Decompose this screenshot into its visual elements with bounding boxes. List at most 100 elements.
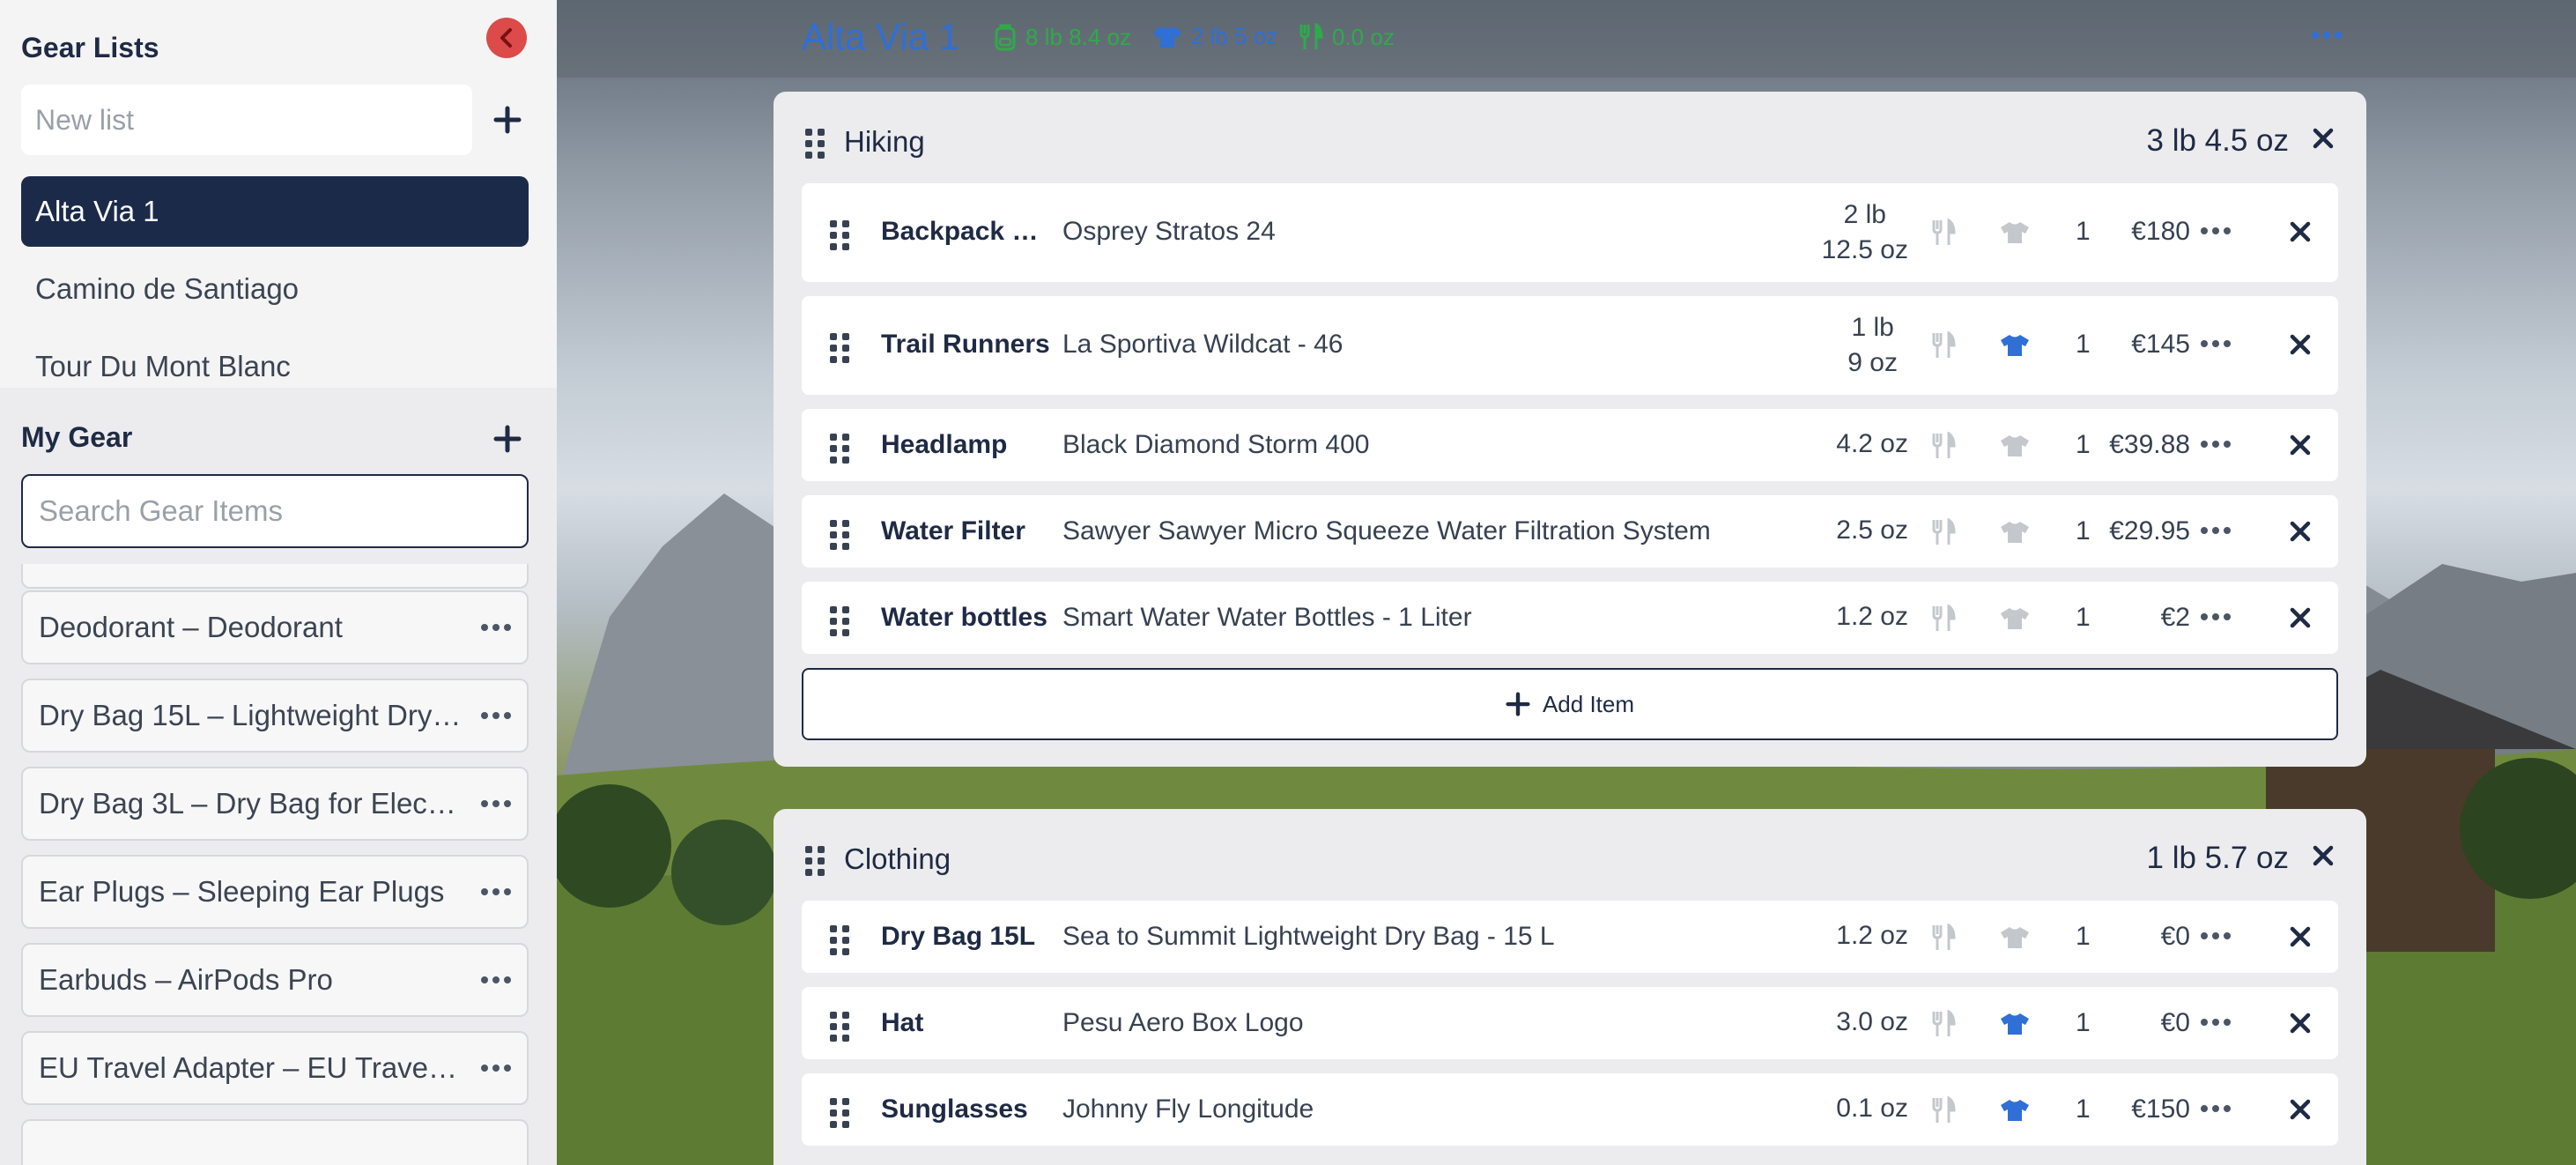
item-quantity[interactable]: 1 bbox=[2076, 217, 2091, 247]
item-description[interactable]: Pesu Aero Box Logo bbox=[1062, 1008, 1304, 1038]
item-quantity[interactable]: 1 bbox=[2076, 330, 2091, 360]
item-description[interactable]: Sawyer Sawyer Micro Squeeze Water Filtra… bbox=[1062, 516, 1711, 546]
search-gear-input[interactable] bbox=[21, 474, 529, 548]
more-options-icon[interactable] bbox=[481, 888, 511, 895]
worn-toggle-icon[interactable] bbox=[2000, 520, 2030, 549]
item-quantity[interactable]: 1 bbox=[2076, 603, 2091, 633]
consumable-toggle-icon[interactable] bbox=[1931, 218, 1956, 251]
remove-item-button[interactable] bbox=[2287, 1010, 2313, 1036]
more-options-icon[interactable] bbox=[481, 800, 511, 807]
drag-handle-icon[interactable] bbox=[830, 606, 849, 636]
drag-handle-icon[interactable] bbox=[805, 129, 825, 159]
consumable-toggle-icon[interactable] bbox=[1931, 431, 1956, 464]
gear-row[interactable]: Hat Pesu Aero Box Logo 3.0 oz 1 €0 bbox=[802, 987, 2338, 1059]
drag-handle-icon[interactable] bbox=[830, 925, 849, 955]
consumable-toggle-icon[interactable] bbox=[1931, 1009, 1956, 1043]
item-price[interactable]: €0 bbox=[2161, 922, 2190, 952]
more-options-icon[interactable] bbox=[481, 976, 511, 983]
delete-category-button[interactable] bbox=[2310, 125, 2336, 152]
list-item-tour-du-mont-blanc[interactable]: Tour Du Mont Blanc bbox=[21, 331, 529, 388]
gear-row[interactable]: Water Filter Sawyer Sawyer Micro Squeeze… bbox=[802, 495, 2338, 568]
drag-handle-icon[interactable] bbox=[830, 520, 849, 550]
gear-item-partial[interactable] bbox=[21, 564, 529, 589]
list-item-camino-de-santiago[interactable]: Camino de Santiago bbox=[21, 254, 529, 324]
remove-item-button[interactable] bbox=[2287, 1096, 2313, 1123]
item-weight[interactable]: 0.1 oz bbox=[1836, 1091, 1908, 1126]
gear-item[interactable]: Deodorant – Deodorant bbox=[21, 590, 529, 664]
item-price[interactable]: €39.88 bbox=[2109, 430, 2190, 460]
gear-row[interactable]: Sunglasses Johnny Fly Longitude 0.1 oz 1… bbox=[802, 1073, 2338, 1146]
item-quantity[interactable]: 1 bbox=[2076, 430, 2091, 460]
gear-row[interactable]: Dry Bag 15L Sea to Summit Lightweight Dr… bbox=[802, 901, 2338, 973]
item-quantity[interactable]: 1 bbox=[2076, 922, 2091, 952]
remove-item-button[interactable] bbox=[2287, 219, 2313, 245]
gear-item[interactable]: Ear Plugs – Sleeping Ear Plugs bbox=[21, 855, 529, 929]
item-more-options-icon[interactable] bbox=[2201, 340, 2231, 347]
item-more-options-icon[interactable] bbox=[2201, 527, 2231, 534]
worn-toggle-icon[interactable] bbox=[2000, 434, 2030, 463]
item-description[interactable]: Sea to Summit Lightweight Dry Bag - 15 L bbox=[1062, 922, 1555, 952]
worn-toggle-icon[interactable] bbox=[2000, 925, 2030, 954]
add-item-button[interactable]: Add Item bbox=[802, 668, 2338, 740]
item-price[interactable]: €2 bbox=[2161, 603, 2190, 633]
item-price[interactable]: €150 bbox=[2131, 1095, 2190, 1124]
item-weight[interactable]: 3.0 oz bbox=[1836, 1005, 1908, 1040]
add-list-button[interactable] bbox=[488, 100, 527, 139]
remove-item-button[interactable] bbox=[2287, 605, 2313, 631]
drag-handle-icon[interactable] bbox=[830, 220, 849, 250]
item-more-options-icon[interactable] bbox=[2201, 613, 2231, 620]
drag-handle-icon[interactable] bbox=[830, 1098, 849, 1128]
item-description[interactable]: Osprey Stratos 24 bbox=[1062, 217, 1276, 247]
item-price[interactable]: €180 bbox=[2131, 217, 2190, 247]
consumable-toggle-icon[interactable] bbox=[1931, 1095, 1956, 1129]
item-more-options-icon[interactable] bbox=[2201, 1019, 2231, 1026]
item-description[interactable]: Johnny Fly Longitude bbox=[1062, 1095, 1314, 1124]
gear-row[interactable]: Backpack - Osprey Stratos 24 Osprey Stra… bbox=[802, 183, 2338, 282]
item-more-options-icon[interactable] bbox=[2201, 227, 2231, 234]
remove-item-button[interactable] bbox=[2287, 331, 2313, 358]
add-gear-button[interactable] bbox=[488, 419, 527, 458]
more-options-icon[interactable] bbox=[481, 1065, 511, 1072]
delete-category-button[interactable] bbox=[2310, 842, 2336, 869]
item-weight[interactable]: 2 lb 12.5 oz bbox=[1822, 197, 1908, 268]
gear-item[interactable]: Dry Bag 15L – Lightweight Dry Bag bbox=[21, 679, 529, 753]
item-name[interactable]: Water Filter bbox=[881, 516, 1057, 546]
worn-toggle-icon[interactable] bbox=[2000, 220, 2030, 249]
item-quantity[interactable]: 1 bbox=[2076, 1095, 2091, 1124]
worn-toggle-icon[interactable] bbox=[2000, 333, 2030, 362]
item-quantity[interactable]: 1 bbox=[2076, 1008, 2091, 1038]
gear-row[interactable]: Water bottles Smart Water Water Bottles … bbox=[802, 582, 2338, 654]
worn-toggle-icon[interactable] bbox=[2000, 1098, 2030, 1127]
category-name[interactable]: Hiking bbox=[844, 125, 925, 159]
item-weight[interactable]: 4.2 oz bbox=[1836, 427, 1908, 462]
item-more-options-icon[interactable] bbox=[2201, 441, 2231, 448]
gear-item-partial[interactable] bbox=[21, 1119, 529, 1165]
item-name[interactable]: Trail Runners bbox=[881, 330, 1057, 360]
consumable-toggle-icon[interactable] bbox=[1931, 330, 1956, 364]
item-weight[interactable]: 1.2 oz bbox=[1836, 599, 1908, 634]
remove-item-button[interactable] bbox=[2287, 432, 2313, 458]
item-name[interactable]: Sunglasses bbox=[881, 1095, 1057, 1124]
remove-item-button[interactable] bbox=[2287, 924, 2313, 950]
gear-row[interactable]: Trail Runners La Sportiva Wildcat - 46 1… bbox=[802, 296, 2338, 395]
gear-item[interactable]: Dry Bag 3L – Dry Bag for Electronics bbox=[21, 767, 529, 841]
worn-toggle-icon[interactable] bbox=[2000, 1012, 2030, 1041]
consumable-toggle-icon[interactable] bbox=[1931, 923, 1956, 956]
item-name[interactable]: Headlamp bbox=[881, 430, 1057, 460]
drag-handle-icon[interactable] bbox=[830, 333, 849, 363]
item-price[interactable]: €0 bbox=[2161, 1008, 2190, 1038]
more-options-icon[interactable] bbox=[481, 624, 511, 631]
worn-toggle-icon[interactable] bbox=[2000, 606, 2030, 635]
item-weight[interactable]: 1 lb 9 oz bbox=[1847, 310, 1898, 381]
item-description[interactable]: La Sportiva Wildcat - 46 bbox=[1062, 330, 1343, 360]
list-more-options-icon[interactable] bbox=[2312, 32, 2342, 39]
item-weight[interactable]: 2.5 oz bbox=[1836, 513, 1908, 548]
item-name[interactable]: Water bottles bbox=[881, 603, 1057, 633]
drag-handle-icon[interactable] bbox=[805, 846, 825, 876]
item-quantity[interactable]: 1 bbox=[2076, 516, 2091, 546]
item-price[interactable]: €145 bbox=[2131, 330, 2190, 360]
item-description[interactable]: Black Diamond Storm 400 bbox=[1062, 430, 1370, 460]
item-name[interactable]: Backpack - Osprey Stratos 24 bbox=[881, 217, 1045, 247]
gear-item[interactable]: Earbuds – AirPods Pro bbox=[21, 943, 529, 1017]
consumable-toggle-icon[interactable] bbox=[1931, 604, 1956, 637]
